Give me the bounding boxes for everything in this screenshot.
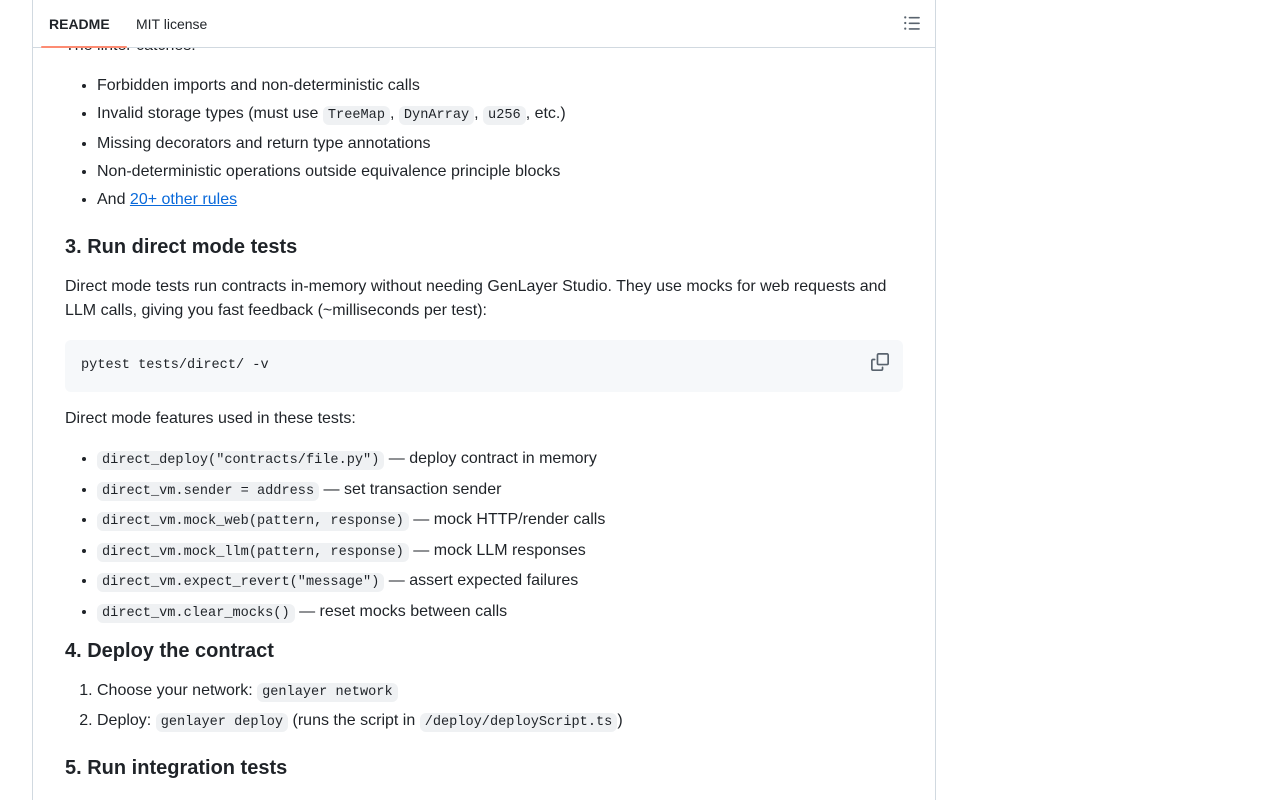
section-heading-integration: 5. Run integration tests <box>65 757 288 779</box>
list-item: Choose your network: genlayer network <box>97 679 903 705</box>
code-block-command: pytest tests/direct/ -v <box>81 358 269 373</box>
inline-code: genlayer deploy <box>155 713 289 732</box>
list-item: Forbidden imports and non-deterministic … <box>97 74 903 98</box>
code-block: pytest tests/direct/ -v <box>65 340 903 392</box>
inline-code: u256 <box>483 106 526 125</box>
inline-code: direct_vm.mock_web(pattern, response) <box>97 512 409 532</box>
inline-code: TreeMap <box>322 106 390 125</box>
list-item-text: Deploy: <box>97 712 156 729</box>
copy-icon[interactable] <box>871 353 889 371</box>
list-item-text: ) <box>617 712 623 729</box>
direct-tests-description: Direct mode tests run contracts in-memor… <box>65 278 887 319</box>
list-item: direct_vm.clear_mocks() — reset mocks be… <box>97 600 903 626</box>
active-tab-indicator <box>41 46 127 48</box>
direct-features-intro: Direct mode features used in these tests… <box>65 410 356 427</box>
linter-rules-list: Forbidden imports and non-deterministic … <box>65 74 903 212</box>
inline-code: /deploy/deployScript.ts <box>419 713 618 732</box>
tab-license[interactable]: MIT license <box>136 0 207 47</box>
list-item: And 20+ other rules <box>97 188 903 212</box>
tab-readme[interactable]: README <box>49 0 110 47</box>
inline-code: genlayer network <box>257 683 398 702</box>
list-item-text: — mock HTTP/render calls <box>408 511 606 529</box>
other-rules-link[interactable]: 20+ other rules <box>130 191 237 208</box>
list-item-text: , <box>474 105 484 122</box>
list-item-text: , etc.) <box>525 105 566 122</box>
readme-panel: The linter catches: Forbidden imports an… <box>32 0 936 800</box>
inline-code: direct_vm.sender = address <box>97 481 320 501</box>
inline-code: direct_vm.expect_revert("message") <box>97 573 385 593</box>
list-item: direct_vm.mock_llm(pattern, response) — … <box>97 539 903 565</box>
list-item: Non-deterministic operations outside equ… <box>97 160 903 184</box>
list-item: direct_vm.sender = address — set transac… <box>97 478 903 504</box>
inline-code: direct_vm.clear_mocks() <box>97 603 295 623</box>
list-item-text: And <box>97 191 130 208</box>
list-item-text: (runs the script in <box>288 712 420 729</box>
list-item: direct_deploy("contracts/file.py") — dep… <box>97 447 903 473</box>
deploy-steps-list: Choose your network: genlayer network De… <box>65 679 903 735</box>
list-unordered-icon[interactable] <box>903 14 921 32</box>
list-item: Deploy: genlayer deploy (runs the script… <box>97 709 903 735</box>
list-item-text: — deploy contract in memory <box>384 450 597 467</box>
list-item-text: — mock LLM responses <box>408 541 586 559</box>
readme-header: README MIT license <box>33 0 935 48</box>
list-item: Invalid storage types (must use TreeMap,… <box>97 102 903 128</box>
list-item-text: — assert expected failures <box>384 572 579 590</box>
list-item-text: — reset mocks between calls <box>294 602 508 620</box>
list-item-text: Choose your network: <box>97 682 258 699</box>
list-item: direct_vm.mock_web(pattern, response) — … <box>97 508 903 534</box>
inline-code: DynArray <box>398 106 475 125</box>
section-heading-deploy: 4. Deploy the contract <box>65 640 274 662</box>
list-item-text: , <box>390 105 399 122</box>
list-item: Missing decorators and return type annot… <box>97 132 903 156</box>
inline-code: direct_deploy("contracts/file.py") <box>97 451 385 470</box>
list-item: direct_vm.expect_revert("message") — ass… <box>97 569 903 595</box>
section-heading-direct-tests: 3. Run direct mode tests <box>65 236 298 258</box>
list-item-text: Invalid storage types (must use <box>97 105 323 122</box>
inline-code: direct_vm.mock_llm(pattern, response) <box>97 542 409 562</box>
list-item-text: — set transaction sender <box>319 480 502 498</box>
direct-features-list: direct_deploy("contracts/file.py") — dep… <box>65 447 903 626</box>
